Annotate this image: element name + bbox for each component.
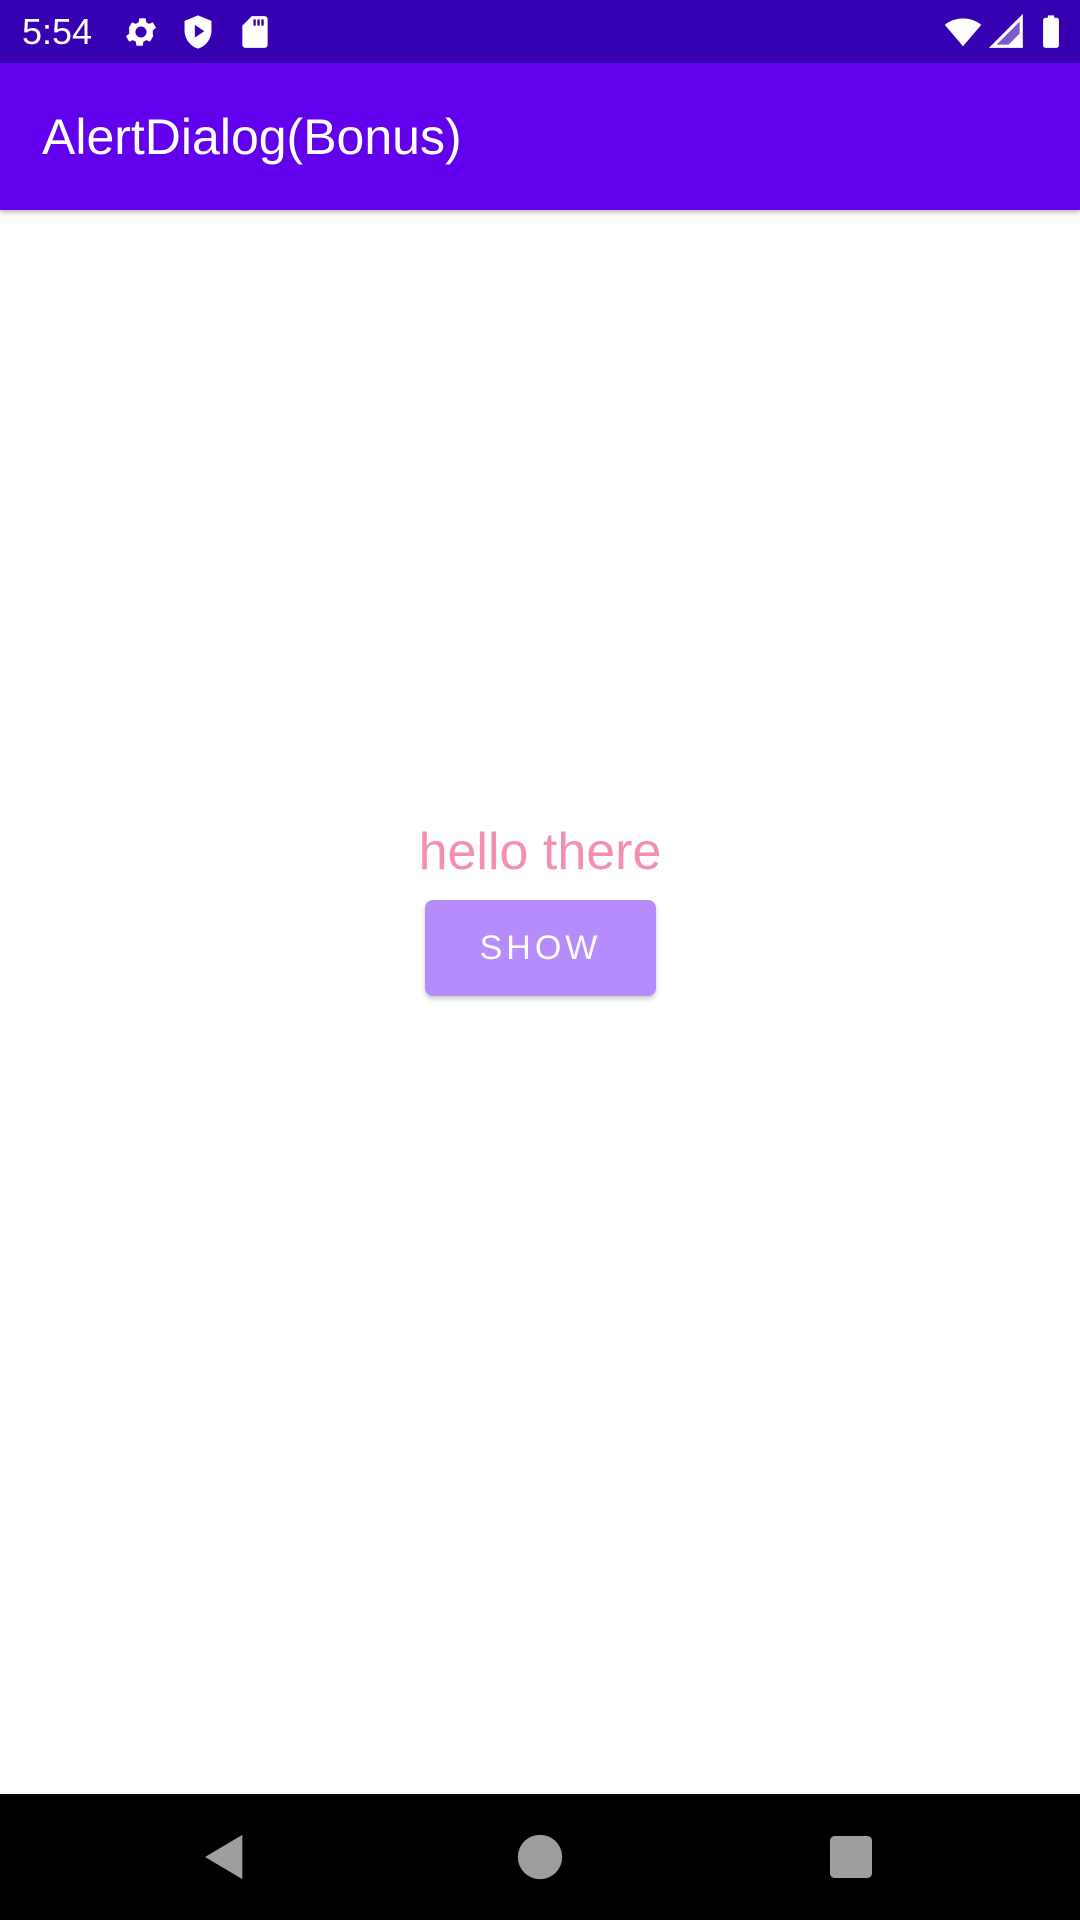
navigation-bar [0, 1794, 1080, 1920]
home-icon[interactable] [512, 1829, 568, 1885]
app-bar: AlertDialog(Bonus) [0, 63, 1080, 210]
main-content: hello there SHOW [0, 213, 1080, 1793]
status-bar: 5:54 [0, 0, 1080, 63]
app-title: AlertDialog(Bonus) [42, 109, 462, 165]
screen: 5:54 AlertDialog(Bonus) hello there SHOW [0, 0, 1080, 1920]
back-icon[interactable] [198, 1829, 254, 1885]
sd-card-icon [236, 13, 274, 51]
status-time: 5:54 [22, 11, 93, 52]
battery-icon [1032, 13, 1070, 51]
play-protect-icon [179, 13, 217, 51]
recents-icon[interactable] [823, 1829, 879, 1885]
show-button[interactable]: SHOW [425, 900, 656, 996]
wifi-icon [944, 13, 982, 51]
settings-icon [122, 13, 160, 51]
cellular-signal-icon [988, 13, 1026, 51]
hello-message: hello there [418, 823, 662, 881]
